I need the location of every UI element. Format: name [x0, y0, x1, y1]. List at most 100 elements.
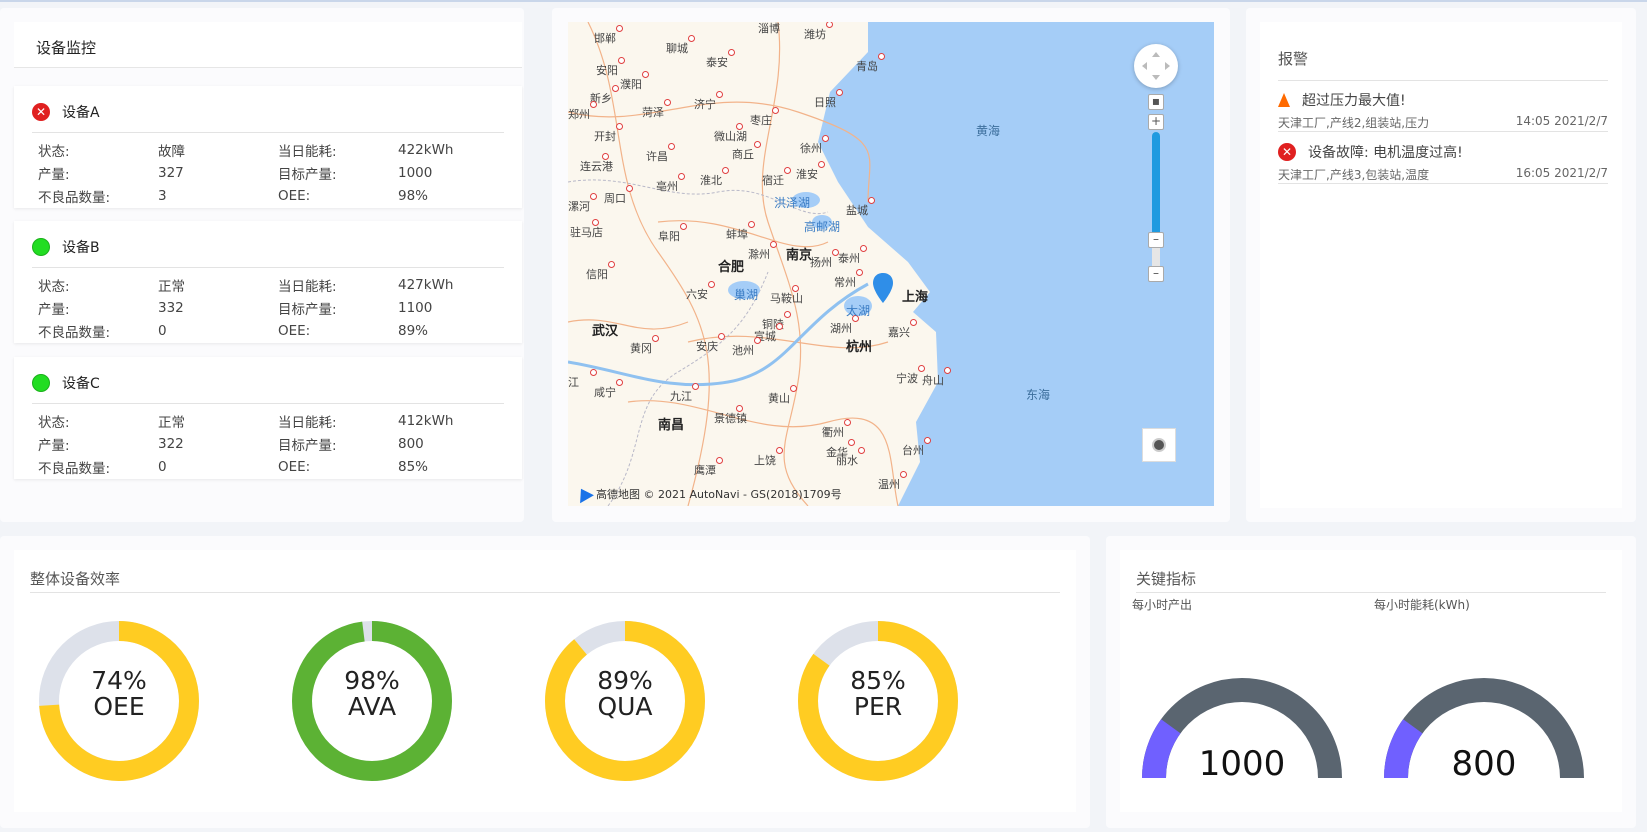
divider: [1278, 80, 1608, 81]
map-sea-label: 东海: [1026, 388, 1051, 402]
error-status-icon: ✕: [32, 103, 50, 121]
gauge-value: 1000: [1198, 744, 1286, 784]
error-circle-icon: ✕: [1278, 143, 1296, 161]
map-city: 九江: [670, 390, 692, 403]
alarm-message: ✕ 设备故障: 电机温度过高!: [1278, 142, 1463, 162]
device-name: ✕ 设备A: [32, 102, 100, 122]
map-city: 郑州: [568, 108, 590, 121]
alarm-item[interactable]: ✕ 设备故障: 电机温度过高! 天津工厂,产线3,包装站,温度 16:05 202…: [1278, 140, 1608, 184]
city-dot-icon: [776, 323, 783, 330]
status-label: 状态:: [38, 143, 70, 160]
map-city: 蚌埠: [726, 228, 748, 241]
map-city: 微山湖: [714, 130, 747, 143]
output-label: 产量:: [38, 301, 70, 318]
map-lake-label: 洪泽湖: [774, 196, 811, 210]
city-dot-icon: [848, 439, 855, 446]
oee-panel: 整体设备效率 74% OEE 98% AVA 89% QUA 85% PER: [0, 536, 1090, 828]
warning-triangle-icon: [1278, 93, 1290, 107]
zoom-out-button[interactable]: –: [1148, 266, 1164, 282]
defects-label: 不良品数量:: [38, 324, 111, 341]
map-city: 阜阳: [658, 230, 680, 243]
oee-donut: 89% QUA: [540, 616, 710, 786]
city-dot-icon: [688, 35, 695, 42]
donut-metric: PER: [853, 692, 903, 721]
city-dot-icon: [664, 99, 671, 106]
city-dot-icon: [770, 241, 777, 248]
donut-label: 85% PER: [793, 668, 963, 720]
zoom-handle[interactable]: –: [1148, 232, 1164, 248]
zoom-slider[interactable]: [1152, 132, 1160, 282]
city-dot-icon: [754, 141, 761, 148]
oee-label: OEE:: [278, 187, 311, 204]
gauge-value: 800: [1451, 744, 1517, 784]
city-dot-icon: [736, 405, 743, 412]
map-city-major: 武汉: [592, 324, 619, 339]
divider: [32, 132, 504, 133]
defects-value: 0: [158, 322, 167, 339]
energy-label: 当日能耗:: [278, 143, 337, 160]
divider: [32, 403, 504, 404]
output-value: 322: [158, 435, 184, 452]
device-card[interactable]: ✕ 设备A 状态: 故障 当日能耗: 422kWh 产量: 327 目标产量: 1000 不良…: [14, 86, 522, 208]
map-city-major: 上海: [902, 290, 929, 305]
target-value: 1000: [398, 164, 433, 181]
map-city: 景德镇: [714, 412, 747, 425]
map-city: 商丘: [732, 148, 754, 161]
donut-percent: 98%: [344, 666, 400, 695]
city-dot-icon: [642, 71, 649, 78]
device-stats: 状态: 正常 当日能耗: 412kWh 产量: 322 目标产量: 800 不良品数量: 0 O…: [38, 409, 518, 478]
city-dot-icon: [680, 223, 687, 230]
target-label: 目标产量:: [278, 301, 337, 318]
energy-value: 412kWh: [398, 412, 454, 429]
energy-value: 427kWh: [398, 276, 454, 293]
city-dot-icon: [878, 53, 885, 60]
map-city: 济宁: [694, 98, 716, 111]
map-city: 扬州: [810, 256, 832, 269]
device-stats: 状态: 正常 当日能耗: 427kWh 产量: 332 目标产量: 1100 不良品数量: 0…: [38, 273, 518, 342]
map-marker-icon[interactable]: [872, 272, 894, 304]
road-line: [761, 22, 809, 506]
amap-logo-icon: [574, 484, 594, 504]
map-city: 上饶: [754, 454, 776, 467]
device-monitor-title: 设备监控: [36, 39, 97, 57]
map-city: 江: [568, 376, 579, 389]
status-label: 状态:: [38, 414, 70, 431]
map-city: 宁波: [896, 372, 918, 385]
map-city: 濮阳: [620, 78, 642, 91]
device-name: 设备B: [32, 237, 100, 257]
alarm-panel: 报警 超过压力最大值! 天津工厂,产线2,组装站,压力 14:05 2021/2…: [1246, 8, 1636, 522]
device-monitor-panel: 设备监控 ✕ 设备A 状态: 故障 当日能耗: 422kWh 产量: 327 目标产量: 10…: [0, 8, 524, 522]
device-card[interactable]: 设备C 状态: 正常 当日能耗: 412kWh 产量: 322 目标产量: 800 不良品数…: [14, 357, 522, 479]
city-dot-icon: [844, 419, 851, 426]
map-city: 盐城: [846, 204, 868, 217]
city-dot-icon: [716, 457, 723, 464]
oee-value: 85%: [398, 458, 429, 475]
kpi-title: 关键指标: [1136, 570, 1197, 588]
city-dot-icon: [602, 153, 609, 160]
map-city: 许昌: [646, 150, 668, 163]
map-view[interactable]: 合肥 南京 上海 杭州 武汉 南昌 邯郸 淄博 潍坊 聊城 青岛 安阳 泰安 濮阳 新乡 菏泽 济宁 日照 枣庄 开封…: [568, 22, 1214, 506]
device-card[interactable]: 设备B 状态: 正常 当日能耗: 427kWh 产量: 332 目标产量: 1100 不良品…: [14, 221, 522, 343]
map-city: 邯郸: [594, 32, 616, 45]
city-dot-icon: [652, 335, 659, 342]
map-city: 台州: [902, 444, 924, 457]
locate-button[interactable]: [1142, 428, 1176, 462]
status-value: 正常: [158, 414, 185, 431]
kpi-gauge: 800: [1376, 666, 1592, 786]
energy-value: 422kWh: [398, 141, 454, 158]
map-reset-button[interactable]: ▪: [1148, 94, 1164, 110]
city-dot-icon: [784, 167, 791, 174]
map-panel: 合肥 南京 上海 杭州 武汉 南昌 邯郸 淄博 潍坊 聊城 青岛 安阳 泰安 濮阳 新乡 菏泽 济宁 日照 枣庄 开封…: [552, 8, 1230, 522]
kpi-label: 每小时能耗(kWh): [1374, 598, 1470, 612]
kpi-panel: 关键指标 每小时产出 1000 每小时能耗(kWh) 800: [1106, 536, 1636, 828]
ok-status-icon: [32, 238, 50, 256]
map-city: 衢州: [822, 426, 844, 439]
city-dot-icon: [856, 269, 863, 276]
map-pan-control[interactable]: [1134, 44, 1178, 88]
city-dot-icon: [860, 245, 867, 252]
alarm-item[interactable]: 超过压力最大值! 天津工厂,产线2,组装站,压力 14:05 2021/2/7: [1278, 88, 1608, 132]
output-label: 产量:: [38, 166, 70, 183]
city-dot-icon: [612, 85, 619, 92]
zoom-in-button[interactable]: +: [1148, 114, 1164, 130]
city-dot-icon: [616, 123, 623, 130]
